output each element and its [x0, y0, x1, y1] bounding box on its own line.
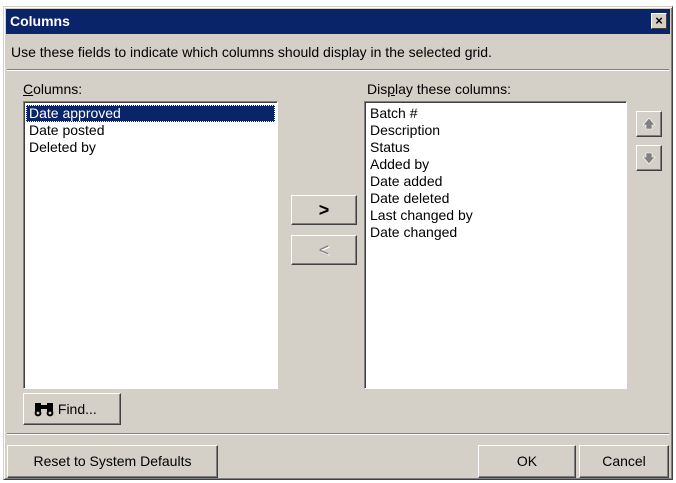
binoculars-icon [34, 403, 54, 417]
display-label-mnemonic: p [387, 81, 396, 97]
bottom-divider [7, 433, 669, 435]
arrow-down-icon [642, 152, 656, 165]
display-label-post: lay these columns: [395, 81, 511, 97]
list-item[interactable]: Date approved [26, 105, 275, 122]
close-icon: × [655, 13, 663, 28]
close-button[interactable]: × [651, 13, 667, 29]
columns-dialog: Columns × Use these fields to indicate w… [3, 6, 673, 480]
title-bar[interactable]: Columns × [6, 9, 670, 34]
list-item[interactable]: Last changed by [367, 207, 624, 224]
list-item[interactable]: Batch # [367, 105, 624, 122]
find-label: Find... [57, 401, 97, 417]
display-columns-label: Display these columns: [367, 81, 511, 97]
columns-label-rest: olumns: [33, 81, 83, 97]
dialog-title: Columns [10, 13, 70, 29]
list-item[interactable]: Status [367, 139, 624, 156]
list-item[interactable]: Date changed [367, 224, 624, 241]
cancel-button[interactable]: Cancel [579, 445, 669, 478]
reset-defaults-button[interactable]: Reset to System Defaults [7, 445, 218, 478]
arrow-up-icon [642, 117, 656, 130]
move-up-button[interactable] [636, 111, 662, 137]
top-divider [7, 69, 669, 71]
remove-column-button[interactable]: < [291, 235, 357, 265]
instructions-text: Use these fields to indicate which colum… [11, 44, 492, 60]
ok-label: OK [516, 453, 538, 469]
display-columns-list[interactable]: Batch # Description Status Added by Date… [364, 101, 627, 389]
list-item[interactable]: Description [367, 122, 624, 139]
add-column-button[interactable]: > [291, 195, 357, 225]
list-item[interactable]: Deleted by [26, 139, 275, 156]
move-down-button[interactable] [636, 145, 662, 171]
cancel-label: Cancel [602, 453, 646, 469]
columns-label-mnemonic: C [23, 81, 34, 97]
display-label-pre: Dis [367, 81, 388, 97]
list-item[interactable]: Date posted [26, 122, 275, 139]
remove-arrow-icon: < [318, 240, 330, 260]
add-arrow-icon: > [318, 200, 330, 220]
list-item[interactable]: Date added [367, 173, 624, 190]
ok-button[interactable]: OK [478, 445, 576, 478]
available-columns-list[interactable]: Date approved Date posted Deleted by [23, 101, 278, 389]
list-item[interactable]: Date deleted [367, 190, 624, 207]
find-button[interactable]: Find... [23, 393, 121, 425]
list-item[interactable]: Added by [367, 156, 624, 173]
reset-defaults-label: Reset to System Defaults [33, 453, 192, 469]
columns-label: Columns: [23, 81, 82, 97]
